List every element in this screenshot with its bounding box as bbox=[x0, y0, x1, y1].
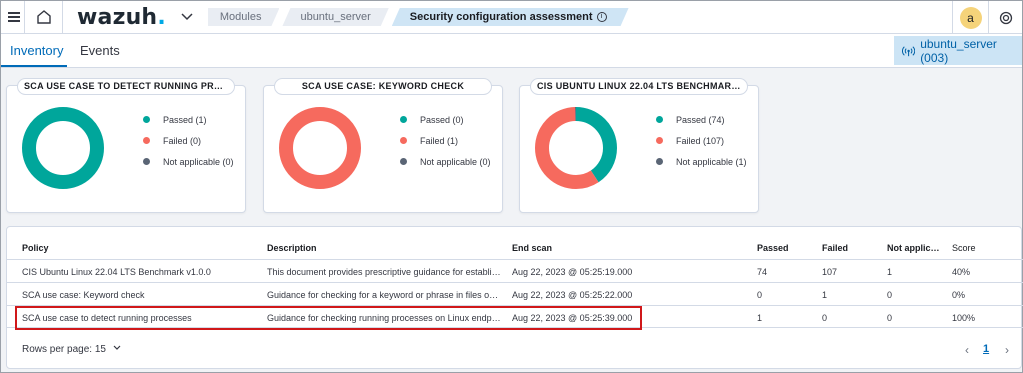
column-header-passed[interactable]: Passed bbox=[757, 243, 789, 253]
legend-label: Failed (1) bbox=[420, 135, 459, 146]
cell-passed: 74 bbox=[757, 267, 768, 277]
table-row[interactable]: CIS Ubuntu Linux 22.04 LTS Benchmark v1.… bbox=[7, 259, 1023, 282]
donut-segment-passed[interactable] bbox=[22, 107, 104, 189]
legend-item-passed[interactable]: Passed (1) bbox=[143, 109, 234, 130]
table-row[interactable]: SCA use case: Keyword check Guidance for… bbox=[7, 282, 1023, 305]
legend-dot-failed bbox=[656, 137, 663, 144]
legend-label: Passed (74) bbox=[676, 114, 725, 125]
breadcrumb-agent[interactable]: ubuntu_server bbox=[282, 8, 388, 26]
cell-failed: 0 bbox=[822, 313, 828, 323]
user-menu[interactable]: a bbox=[952, 1, 988, 34]
cell-not-applicable: 0 bbox=[887, 290, 893, 300]
breadcrumb-current: Security configuration assessment i bbox=[392, 8, 629, 26]
legend-dot-not-applicable bbox=[656, 158, 663, 165]
cell-failed: 1 bbox=[822, 290, 828, 300]
legend-label: Not applicable (1) bbox=[676, 156, 747, 167]
sca-card-running-processes: SCA USE CASE TO DETECT RUNNING PROCESSES… bbox=[6, 78, 246, 213]
cell-passed: 1 bbox=[757, 313, 763, 323]
cell-policy: CIS Ubuntu Linux 22.04 LTS Benchmark v1.… bbox=[22, 267, 211, 277]
legend-dot-failed bbox=[400, 137, 407, 144]
chart-legend: Passed (0) Failed (1) Not applicable (0) bbox=[400, 109, 491, 172]
legend-dot-not-applicable bbox=[400, 158, 407, 165]
home-icon[interactable] bbox=[25, 0, 63, 34]
breadcrumb-modules[interactable]: Modules bbox=[208, 8, 280, 26]
pagination-page-button[interactable]: 1 bbox=[983, 343, 989, 355]
chart-legend: Passed (74) Failed (107) Not applicable … bbox=[656, 109, 747, 172]
chevron-down-icon bbox=[113, 345, 121, 350]
column-header-description[interactable]: Description bbox=[267, 243, 317, 253]
legend-item-not-applicable[interactable]: Not applicable (0) bbox=[143, 151, 234, 172]
pagination-next-button[interactable]: › bbox=[1005, 343, 1009, 357]
card-title: SCA USE CASE TO DETECT RUNNING PROCESSES bbox=[17, 78, 235, 95]
active-tab-indicator bbox=[1, 65, 67, 67]
cell-score: 40% bbox=[952, 267, 971, 277]
legend-item-failed[interactable]: Failed (107) bbox=[656, 130, 747, 151]
column-header-not-applicable[interactable]: Not applicable bbox=[887, 243, 942, 253]
donut-segment-failed[interactable] bbox=[279, 107, 361, 189]
pagination-prev-button[interactable]: ‹ bbox=[965, 343, 969, 357]
info-icon[interactable]: i bbox=[597, 12, 607, 22]
legend-dot-passed bbox=[656, 116, 663, 123]
cell-score: 0% bbox=[952, 290, 966, 300]
row-highlight-box bbox=[15, 306, 642, 330]
wazuh-logo[interactable]: wazuh. bbox=[77, 5, 166, 30]
cell-end-scan: Aug 22, 2023 @ 05:25:19.000 bbox=[512, 267, 633, 277]
legend-label: Passed (1) bbox=[163, 114, 207, 125]
policies-table: Policy Description End scan Passed Faile… bbox=[6, 226, 1023, 369]
legend-dot-not-applicable bbox=[143, 158, 150, 165]
chart-legend: Passed (1) Failed (0) Not applicable (0) bbox=[143, 109, 234, 172]
breadcrumb-current-label: Security configuration assessment bbox=[409, 11, 593, 23]
rows-per-page-selector[interactable]: Rows per page: 15 bbox=[22, 344, 122, 355]
top-navigation-bar: wazuh. Modules ubuntu_server Security co… bbox=[1, 0, 1022, 34]
legend-item-not-applicable[interactable]: Not applicable (0) bbox=[400, 151, 491, 172]
cell-not-applicable: 1 bbox=[887, 267, 893, 277]
cell-description: Guidance for checking for a keyword or p… bbox=[267, 290, 503, 300]
donut-chart bbox=[279, 107, 361, 189]
sca-card-cis-benchmark: CIS UBUNTU LINUX 22.04 LTS BENCHMARK V1.… bbox=[519, 78, 759, 213]
chevron-down-icon[interactable] bbox=[180, 12, 202, 22]
column-header-policy[interactable]: Policy bbox=[22, 243, 49, 253]
cell-not-applicable: 0 bbox=[887, 313, 893, 323]
column-header-end-scan[interactable]: End scan bbox=[512, 243, 552, 253]
agent-signal-icon bbox=[902, 45, 916, 56]
cell-passed: 0 bbox=[757, 290, 763, 300]
legend-item-failed[interactable]: Failed (1) bbox=[400, 130, 491, 151]
legend-item-passed[interactable]: Passed (0) bbox=[400, 109, 491, 130]
legend-label: Not applicable (0) bbox=[163, 156, 234, 167]
card-title: SCA USE CASE: KEYWORD CHECK bbox=[274, 78, 492, 95]
cell-score: 100% bbox=[952, 313, 976, 323]
column-header-score[interactable]: Score bbox=[952, 243, 976, 253]
cell-policy: SCA use case: Keyword check bbox=[22, 290, 145, 300]
legend-item-passed[interactable]: Passed (74) bbox=[656, 109, 747, 130]
legend-dot-passed bbox=[400, 116, 407, 123]
agent-selector-button[interactable]: ubuntu_server (003) bbox=[894, 36, 1022, 65]
tab-events[interactable]: Events bbox=[80, 43, 120, 58]
tab-bar: Inventory Events ubuntu_server (003) bbox=[1, 34, 1022, 68]
avatar[interactable]: a bbox=[959, 6, 982, 29]
breadcrumb: Modules ubuntu_server Security configura… bbox=[208, 7, 632, 27]
legend-label: Passed (0) bbox=[420, 114, 464, 125]
rows-per-page-label: Rows per page: 15 bbox=[22, 344, 106, 355]
help-icon[interactable] bbox=[988, 1, 1022, 34]
sca-card-keyword-check: SCA USE CASE: KEYWORD CHECK Passed (0) F… bbox=[263, 78, 503, 213]
donut-chart bbox=[22, 107, 104, 189]
legend-dot-failed bbox=[143, 137, 150, 144]
cell-description: This document provides prescriptive guid… bbox=[267, 267, 503, 277]
column-header-failed[interactable]: Failed bbox=[822, 243, 848, 253]
legend-item-not-applicable[interactable]: Not applicable (1) bbox=[656, 151, 747, 172]
cell-end-scan: Aug 22, 2023 @ 05:25:22.000 bbox=[512, 290, 633, 300]
menu-icon[interactable] bbox=[3, 0, 25, 34]
cell-failed: 107 bbox=[822, 267, 838, 277]
legend-label: Not applicable (0) bbox=[420, 156, 491, 167]
legend-dot-passed bbox=[143, 116, 150, 123]
agent-selector-label: ubuntu_server (003) bbox=[920, 36, 997, 65]
legend-label: Failed (0) bbox=[163, 135, 202, 146]
tab-inventory[interactable]: Inventory bbox=[10, 43, 63, 58]
legend-item-failed[interactable]: Failed (0) bbox=[143, 130, 234, 151]
card-title: CIS UBUNTU LINUX 22.04 LTS BENCHMARK V1.… bbox=[530, 78, 748, 95]
donut-chart bbox=[535, 107, 617, 189]
legend-label: Failed (107) bbox=[676, 135, 725, 146]
